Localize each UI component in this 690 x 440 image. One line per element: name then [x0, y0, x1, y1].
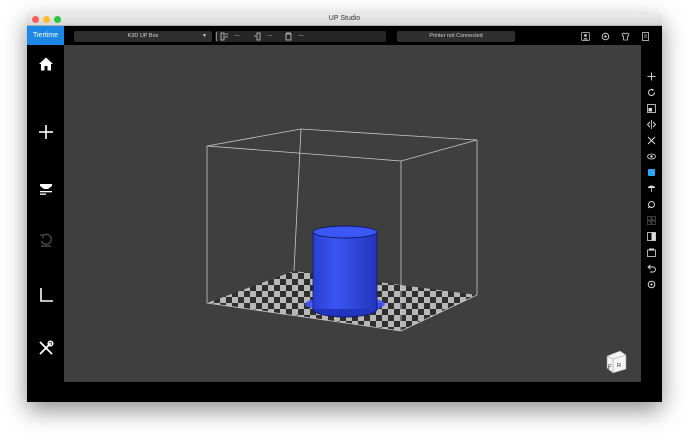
save-button[interactable]: [646, 247, 657, 258]
cylinder-model[interactable]: [312, 225, 378, 318]
move-icon: [647, 72, 656, 81]
layout-button[interactable]: [646, 215, 657, 226]
printer-select-value: K3D UP Box: [127, 33, 159, 39]
maintenance-button[interactable]: [31, 335, 60, 361]
print-button[interactable]: [31, 175, 60, 201]
dropdown-arrow-icon: ▼: [202, 33, 207, 39]
tiertime-logo: Tiertime: [27, 26, 64, 45]
window-title: UP Studio: [328, 15, 361, 22]
undo-icon: [647, 264, 656, 273]
split-button[interactable]: [646, 231, 657, 242]
split-icon: [647, 232, 656, 241]
right-toolbar: [641, 45, 662, 402]
settings-button[interactable]: [646, 279, 657, 290]
material-icon: [283, 31, 294, 42]
calibrate-button[interactable]: [31, 227, 60, 253]
app-window: UP Studio Tiertime K3D UP Box ▼ --- --- …: [27, 14, 662, 402]
color-button[interactable]: [646, 167, 657, 178]
repair-button[interactable]: [646, 199, 657, 210]
support-icon: [648, 185, 655, 192]
support-button[interactable]: [646, 183, 657, 194]
separator: [216, 32, 217, 41]
document-icon[interactable]: [640, 31, 651, 42]
add-model-button[interactable]: [31, 119, 60, 145]
home-icon: [38, 57, 53, 71]
add-icon: [38, 125, 53, 139]
mirror-button[interactable]: [646, 119, 657, 130]
rotate-icon: [648, 88, 656, 96]
build-volume-scene: F R: [206, 128, 627, 374]
home-button[interactable]: [31, 51, 60, 77]
cross-button[interactable]: [646, 135, 657, 146]
3d-viewport[interactable]: F R: [64, 45, 641, 382]
save-icon: [647, 248, 656, 257]
level-icon: [39, 288, 53, 302]
printer-select[interactable]: K3D UP Box ▼: [74, 31, 212, 42]
bottom-bar: [64, 382, 641, 402]
left-sidebar: [27, 45, 64, 402]
settings-icon: [647, 280, 656, 289]
view-icon: [647, 153, 656, 160]
printer-status: Printer not Connected: [397, 31, 515, 42]
shirt-icon[interactable]: [620, 31, 631, 42]
title-bar: UP Studio: [27, 14, 662, 26]
nozzle-temp: ---: [234, 33, 240, 39]
nozzle-icon: [219, 31, 230, 42]
color-icon: [648, 169, 655, 176]
repair-icon: [647, 201, 655, 209]
view-cube-right-label: R: [617, 363, 621, 369]
view-cube-front-label: F: [608, 365, 612, 371]
view-cube[interactable]: F R: [606, 350, 627, 374]
account-icon[interactable]: [580, 31, 591, 42]
maintenance-icon: [38, 340, 54, 355]
scale-button[interactable]: [646, 103, 657, 114]
level-button[interactable]: [31, 282, 60, 308]
scale-icon: [647, 104, 656, 113]
gear-icon[interactable]: [600, 31, 611, 42]
move-button[interactable]: [646, 71, 657, 82]
cross-icon: [647, 136, 656, 145]
print-icon: [39, 184, 52, 195]
bed-temp: ---: [267, 33, 273, 39]
undo-button[interactable]: [646, 263, 657, 274]
printer-info-bar: --- --- ---: [215, 31, 386, 42]
mirror-icon: [647, 120, 656, 129]
rotate-button[interactable]: [646, 87, 657, 98]
layout-icon: [647, 216, 656, 225]
bed-icon: [252, 31, 263, 42]
calibrate-icon: [39, 233, 52, 247]
material-amount: ---: [298, 33, 304, 39]
view-button[interactable]: [646, 151, 657, 162]
